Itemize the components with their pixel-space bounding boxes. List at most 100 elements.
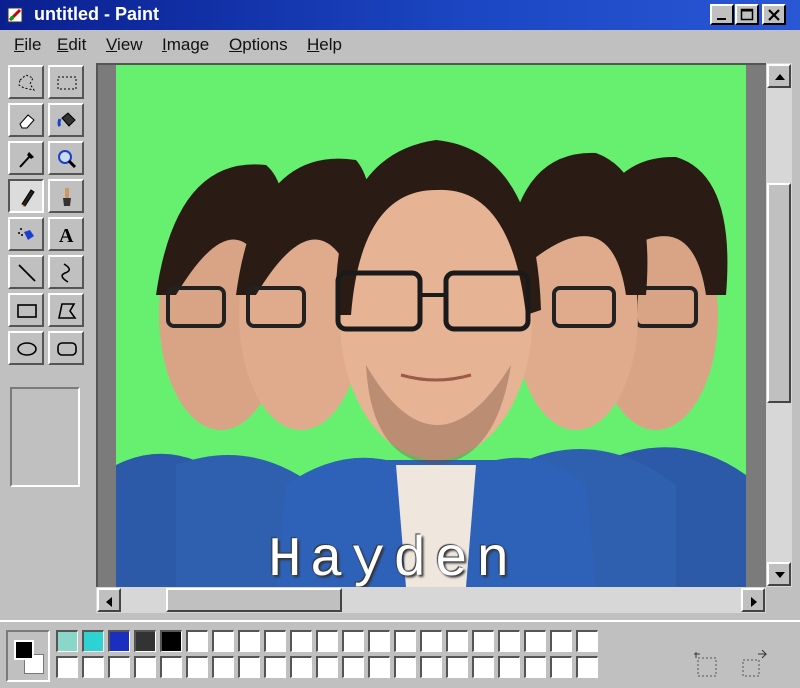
palette-swatch[interactable] [290,656,312,678]
drawing-canvas[interactable] [116,65,746,587]
paint-app-icon [7,7,23,23]
vertical-scrollbar[interactable] [766,63,792,587]
tool-free-form-select[interactable] [8,65,44,99]
title-bar[interactable]: untitled - Paint [0,0,800,30]
tool-line[interactable] [8,255,44,289]
palette-swatch[interactable] [498,656,520,678]
arrow-up-icon [775,74,785,80]
palette-swatch[interactable] [316,630,338,652]
menu-view[interactable]: View [106,35,143,55]
status-position-icon [694,652,717,677]
menu-options[interactable]: Options [229,35,288,55]
rect-select-icon [57,76,77,90]
palette-swatch[interactable] [576,630,598,652]
tool-options-box[interactable] [10,387,80,487]
airbrush-icon [18,228,34,240]
tool-text[interactable]: A [48,217,84,251]
canvas-artwork [116,140,746,587]
palette-swatch[interactable] [290,630,312,652]
toolbox: A [8,65,88,505]
palette-swatch[interactable] [550,630,572,652]
status-size-icon [742,650,768,677]
palette-swatch[interactable] [368,656,390,678]
palette-swatch[interactable] [472,630,494,652]
rectangle-icon [17,304,37,318]
palette-swatch[interactable] [342,656,364,678]
palette-swatch[interactable] [82,656,104,678]
tool-ellipse[interactable] [8,331,44,365]
palette-swatch[interactable] [420,656,442,678]
palette-swatch[interactable] [498,630,520,652]
palette-swatch[interactable] [160,656,182,678]
tool-rectangle[interactable] [8,293,44,327]
palette-swatch[interactable] [238,630,260,652]
palette-swatch[interactable] [238,656,260,678]
palette-swatch[interactable] [56,656,78,678]
current-colors-box[interactable] [6,630,50,682]
palette-swatch[interactable] [186,656,208,678]
tool-curve[interactable] [48,255,84,289]
palette-swatch[interactable] [316,656,338,678]
minimize-button[interactable] [710,4,734,25]
horizontal-scroll-thumb[interactable] [166,588,342,612]
tool-magnifier[interactable] [48,141,84,175]
palette-swatch[interactable] [576,656,598,678]
close-button[interactable] [762,4,786,25]
palette-swatch[interactable] [134,630,156,652]
palette-swatch[interactable] [446,630,468,652]
palette-swatch[interactable] [108,656,130,678]
polygon-icon [58,303,77,319]
menu-edit[interactable]: Edit [57,35,86,55]
tool-polygon[interactable] [48,293,84,327]
vertical-scroll-thumb[interactable] [767,183,791,403]
rounded-rect-icon [57,342,77,356]
curve-icon [61,263,71,283]
menu-help[interactable]: Help [307,35,342,55]
tool-eraser[interactable] [8,103,44,137]
palette-swatch[interactable] [342,630,364,652]
tool-color-picker[interactable] [8,141,44,175]
tool-brush[interactable] [48,179,84,213]
arrow-right-icon [751,597,757,607]
palette-swatch[interactable] [264,630,286,652]
palette-swatch[interactable] [524,656,546,678]
tool-pencil[interactable] [8,179,44,213]
palette-swatch[interactable] [394,630,416,652]
maximize-button[interactable] [735,4,759,25]
maximize-icon [740,8,754,21]
palette-swatch[interactable] [134,656,156,678]
color-picker-icon [19,152,34,168]
tool-rounded-rect[interactable] [48,331,84,365]
tool-airbrush[interactable] [8,217,44,251]
palette-swatch[interactable] [394,656,416,678]
svg-text:A: A [59,225,74,246]
palette-swatch[interactable] [446,656,468,678]
palette-swatch[interactable] [108,630,130,652]
tool-fill[interactable] [48,103,84,137]
scroll-left-button[interactable] [97,588,121,612]
paint-window: untitled - Paint File Edit View Image Op… [0,0,800,688]
palette-swatch[interactable] [160,630,182,652]
palette-swatch[interactable] [212,656,234,678]
brush-icon [63,188,71,206]
scroll-right-button[interactable] [741,588,765,612]
scroll-up-button[interactable] [767,64,791,88]
palette-swatch[interactable] [82,630,104,652]
palette-swatch[interactable] [212,630,234,652]
palette-swatch[interactable] [524,630,546,652]
palette-swatch[interactable] [264,656,286,678]
palette-swatch[interactable] [56,630,78,652]
horizontal-scrollbar[interactable] [96,587,766,613]
foreground-color-swatch[interactable] [14,640,34,660]
menu-file[interactable]: File [14,35,41,55]
palette-swatch[interactable] [550,656,572,678]
palette-swatch[interactable] [368,630,390,652]
palette-swatch[interactable] [186,630,208,652]
palette-swatch[interactable] [472,656,494,678]
arrow-down-icon [775,572,785,578]
scroll-down-button[interactable] [767,562,791,586]
minimize-icon [717,18,726,20]
menu-image[interactable]: Image [162,35,209,55]
tool-rect-select[interactable] [48,65,84,99]
palette-swatch[interactable] [420,630,442,652]
